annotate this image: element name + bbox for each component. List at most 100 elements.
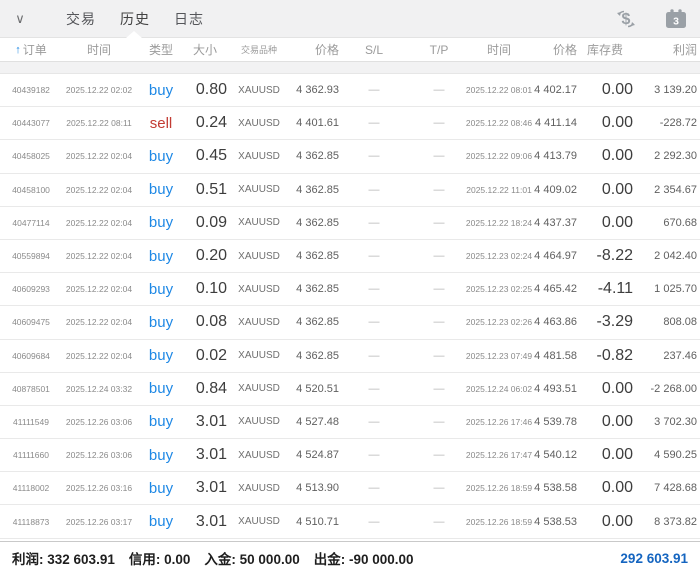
cell-order: 40609475 — [12, 317, 50, 328]
cell-price_open: 4 362.85 — [296, 216, 339, 229]
header-order[interactable]: ↑ 订单 — [3, 41, 59, 58]
cell-price_close: 4 540.12 — [534, 449, 577, 462]
cell-sl: — — [368, 117, 380, 130]
header-profit[interactable]: 利润 — [633, 41, 697, 58]
cell-volume: 0.45 — [195, 147, 227, 165]
table-row[interactable]: 40439182 2025.12.22 02:02 buy 0.80 XAUUSD 4 3… — [0, 74, 700, 108]
cell-tp: — — [433, 150, 445, 163]
cell-time_open: 2025.12.26 03:16 — [65, 483, 133, 494]
cell-price_close: 4 539.78 — [534, 415, 577, 428]
cell-price_close: 4 437.37 — [534, 216, 577, 229]
cell-profit: 3 139.20 — [654, 84, 697, 97]
cell-profit: 808.08 — [663, 316, 697, 329]
cell-price_open: 4 362.85 — [296, 349, 339, 362]
cell-type: buy — [148, 81, 174, 99]
cell-time_open: 2025.12.26 03:17 — [65, 516, 133, 527]
cell-order: 41111549 — [13, 416, 49, 427]
cell-time_close: 2025.12.26 18:59 — [465, 516, 533, 527]
cell-sl: — — [368, 482, 380, 495]
header-take-profit[interactable]: T/P — [409, 43, 469, 57]
deposit-total: 入金: 50 000.00 — [204, 552, 300, 567]
header-symbol[interactable]: 交易品种 — [227, 43, 291, 56]
tab-journal[interactable]: 日志 — [174, 9, 204, 29]
tab-history[interactable]: 历史 — [120, 9, 150, 29]
table-row[interactable]: 40878501 2025.12.24 03:32 buy 0.84 XAUUSD 4 5… — [0, 372, 700, 406]
cell-tp: — — [433, 117, 445, 130]
cell-price_open: 4 527.48 — [296, 415, 339, 428]
table-row[interactable]: 41118873 2025.12.26 03:17 buy 3.01 XAUUSD 4 5… — [0, 505, 700, 539]
table-row[interactable]: 41111549 2025.12.26 03:06 buy 3.01 XAUUSD 4 5… — [0, 405, 700, 440]
table-row[interactable]: 40609475 2025.12.22 02:04 buy 0.08 XAUUSD 4 3… — [0, 306, 700, 340]
cell-sl: — — [368, 349, 380, 362]
cell-sl: — — [368, 84, 380, 97]
table-row[interactable]: 40443077 2025.12.22 08:11 sell 0.24 XAUUSD 4 … — [0, 107, 700, 141]
table-header-row: ↑ 订单 时间 类型 大小 交易品种 价格 S/L T/P 时间 价格 库存费 … — [0, 38, 700, 62]
cell-tp: — — [433, 382, 445, 395]
cell-time_open: 2025.12.22 02:04 — [65, 251, 133, 262]
cell-tp: — — [433, 449, 445, 462]
table-row-partial[interactable] — [0, 62, 700, 74]
cell-sl: — — [368, 183, 380, 196]
header-stop-loss[interactable]: S/L — [339, 43, 409, 57]
cell-sl: — — [368, 415, 380, 428]
cell-time_close: 2025.12.22 11:01 — [466, 184, 532, 195]
table-row[interactable]: 40477114 2025.12.22 02:04 buy 0.09 XAUUSD 4 3… — [0, 206, 700, 240]
cell-order: 40458100 — [12, 184, 50, 195]
table-row[interactable]: 40458100 2025.12.22 02:04 buy 0.51 XAUUSD 4 3… — [0, 173, 700, 207]
cell-volume: 3.01 — [195, 446, 227, 464]
cell-profit: 237.46 — [663, 349, 697, 362]
funds-transfer-icon[interactable]: $ — [614, 7, 638, 31]
cell-price_open: 4 362.85 — [296, 316, 339, 329]
cell-price_close: 4 463.86 — [534, 316, 577, 329]
cell-swap: 0.00 — [601, 213, 633, 231]
cell-symbol: XAUUSD — [238, 150, 280, 162]
header-volume[interactable]: 大小 — [183, 41, 227, 58]
header-close-price[interactable]: 价格 — [529, 41, 577, 58]
cell-tp: — — [433, 415, 445, 428]
header-swap[interactable]: 库存费 — [577, 41, 633, 58]
cell-symbol: XAUUSD — [238, 383, 280, 395]
cell-sl: — — [368, 250, 380, 263]
cell-volume: 0.02 — [195, 346, 227, 364]
cell-symbol: XAUUSD — [238, 350, 280, 362]
history-screen: ∨ 交易 历史 日志 $ 3 ↑ 订单 时间 类型 大小 交易品种 价格 S/L… — [0, 0, 700, 574]
cell-time_open: 2025.12.22 08:11 — [66, 118, 132, 129]
cell-price_close: 4 493.51 — [534, 382, 577, 395]
header-close-time[interactable]: 时间 — [469, 41, 529, 58]
cell-profit: 2 354.67 — [654, 183, 697, 196]
cell-symbol: XAUUSD — [238, 217, 280, 229]
cell-swap: 0.00 — [601, 479, 633, 497]
cell-price_close: 4 413.79 — [534, 150, 577, 163]
cell-time_close: 2025.12.26 17:46 — [465, 416, 533, 427]
cell-price_close: 4 538.58 — [534, 482, 577, 495]
cell-profit: 8 373.82 — [654, 515, 697, 528]
cell-tp: — — [433, 515, 445, 528]
header-open-time[interactable]: 时间 — [59, 41, 139, 58]
calendar-icon[interactable]: 3 — [664, 8, 688, 30]
tab-trade[interactable]: 交易 — [66, 9, 96, 29]
cell-order: 41118873 — [12, 516, 50, 527]
cell-swap: -0.82 — [596, 346, 633, 364]
table-row[interactable]: 40559894 2025.12.22 02:04 buy 0.20 XAUUSD 4 3… — [0, 239, 700, 274]
credit-total: 信用: 0.00 — [128, 552, 191, 567]
cell-time_close: 2025.12.22 18:24 — [465, 217, 533, 228]
table-row[interactable]: 41118002 2025.12.26 03:16 buy 3.01 XAUUSD 4 5… — [0, 472, 700, 506]
table-row[interactable]: 41111660 2025.12.26 03:06 buy 3.01 XAUUSD 4 5… — [0, 439, 700, 473]
table-row[interactable]: 40609684 2025.12.22 02:04 buy 0.02 XAUUSD 4 3… — [0, 339, 700, 373]
header-open-price[interactable]: 价格 — [291, 41, 339, 58]
withdrawal-total: 出金: -90 000.00 — [313, 552, 414, 567]
cell-profit: 2 042.40 — [654, 250, 697, 263]
header-type[interactable]: 类型 — [139, 41, 183, 58]
cell-sl: — — [368, 515, 380, 528]
cell-type: buy — [148, 147, 174, 165]
cell-tp: — — [433, 349, 445, 362]
cell-price_open: 4 401.61 — [296, 117, 339, 130]
cell-type: buy — [148, 280, 174, 298]
chevron-down-icon[interactable]: ∨ — [0, 11, 40, 27]
cell-price_close: 4 481.58 — [534, 349, 577, 362]
cell-symbol: XAUUSD — [238, 250, 280, 262]
table-row[interactable]: 40458025 2025.12.22 02:04 buy 0.45 XAUUSD 4 3… — [0, 140, 700, 174]
cell-symbol: XAUUSD — [238, 184, 280, 196]
table-row[interactable]: 40609293 2025.12.22 02:04 buy 0.10 XAUUSD 4 3… — [0, 273, 700, 307]
cell-sl: — — [368, 216, 380, 229]
